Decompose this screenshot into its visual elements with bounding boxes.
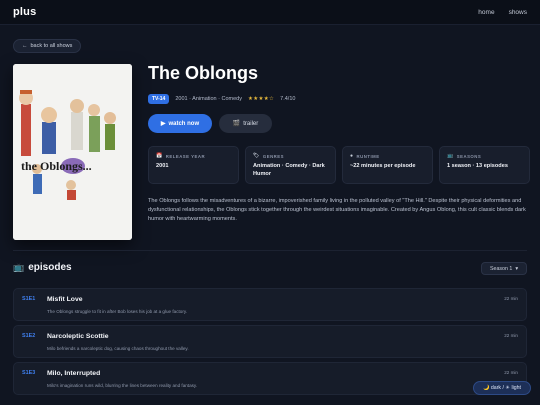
trailer-label: trailer [243, 120, 259, 127]
episode-description: Milo's imagination runs wild, blurring t… [47, 383, 198, 388]
nav-links: home shows [478, 9, 527, 16]
watch-now-button[interactable]: ▶ watch now [148, 114, 212, 133]
app-logo[interactable]: plus [13, 6, 36, 18]
tv-icon: 📺 [13, 262, 25, 272]
episode-code: S1E2 [22, 333, 36, 339]
episode-description: The Oblongs struggle to fit in after Bob… [47, 309, 188, 314]
season-select[interactable]: Season 1 ▾ [481, 262, 527, 275]
info-card-label: GENRES [262, 153, 285, 159]
show-poster: the Oblongs... [13, 64, 132, 240]
arrow-left-icon: ← [22, 43, 28, 49]
back-button-label: back to all shows [30, 43, 73, 49]
content-rating-badge: TV-14 [148, 94, 170, 104]
episode-duration: 22 min [504, 296, 518, 301]
episodes-title: episodes [28, 262, 72, 273]
episodes-heading: 📺 episodes [13, 262, 72, 273]
info-card-value: Animation · Comedy · Dark Humor [253, 163, 325, 177]
watch-now-label: watch now [168, 120, 200, 127]
show-score: 7.4/10 [280, 96, 296, 102]
episode-title: Misfit Love [47, 296, 83, 303]
nav-shows-link[interactable]: shows [509, 9, 527, 16]
show-title: The Oblongs [148, 63, 258, 83]
episode-duration: 22 min [504, 370, 518, 375]
back-button[interactable]: ← back to all shows [13, 39, 82, 53]
clock-icon: ● [350, 153, 354, 159]
theme-dark-label: dark [490, 385, 502, 391]
episode-title: Milo, Interrupted [47, 370, 101, 377]
info-cards: 📅 RELEASE YEAR 2001 🏷 GENRES Animation ·… [148, 146, 530, 184]
show-meta-text: 2001 · Animation · Comedy [175, 96, 242, 102]
season-select-value: Season 1 [489, 265, 513, 272]
episode-description: Milo befriends a narcoleptic dog, causin… [47, 346, 189, 351]
info-card-value: 1 season · 13 episodes [447, 163, 508, 169]
info-card-label: SEASONS [456, 153, 482, 159]
show-description: The Oblongs follows the misadventures of… [148, 198, 526, 222]
info-card-genres: 🏷 GENRES Animation · Comedy · Dark Humor [245, 146, 336, 184]
star-rating-icon: ★★★★☆ [248, 96, 275, 102]
episode-item[interactable]: S1E2 Narcoleptic Scottie Milo befriends … [13, 325, 527, 358]
top-navbar: plus home shows [0, 0, 540, 25]
episode-duration: 22 min [504, 333, 518, 338]
info-card-seasons: 📺 SEASONS 1 season · 13 episodes [439, 146, 530, 184]
clapperboard-icon: 🎬 [232, 121, 241, 127]
trailer-button[interactable]: 🎬 trailer [219, 114, 272, 133]
episode-code: S1E3 [22, 370, 36, 376]
theme-light-label: light [511, 385, 521, 391]
episode-code: S1E1 [22, 296, 36, 302]
section-divider [13, 250, 527, 251]
nav-home-link[interactable]: home [478, 9, 494, 16]
info-card-label: RELEASE YEAR [165, 153, 206, 159]
episode-title: Narcoleptic Scottie [47, 333, 109, 340]
sun-icon: ☀ [505, 385, 510, 391]
tv-icon: 📺 [447, 153, 454, 159]
tag-icon: 🏷 [253, 153, 260, 159]
info-card-label: RUNTIME [356, 153, 380, 159]
chevron-down-icon: ▾ [515, 265, 519, 272]
poster-artwork: the Oblongs... [13, 64, 132, 240]
calendar-icon: 📅 [156, 153, 163, 159]
episode-item[interactable]: S1E3 Milo, Interrupted Milo's imaginatio… [13, 362, 527, 395]
poster-logo-text: the Oblongs... [21, 159, 92, 173]
theme-toggle[interactable]: 🌙 dark / ☀ light [473, 381, 531, 395]
moon-icon: 🌙 [483, 385, 490, 391]
info-card-release-year: 📅 RELEASE YEAR 2001 [148, 146, 239, 184]
show-meta-row: TV-14 2001 · Animation · Comedy ★★★★☆ 7.… [148, 94, 295, 104]
info-card-value: 2001 [156, 163, 169, 169]
info-card-runtime: ● RUNTIME ~22 minutes per episode [342, 146, 433, 184]
info-card-value: ~22 minutes per episode [350, 163, 416, 169]
play-icon: ▶ [160, 121, 166, 127]
episode-item[interactable]: S1E1 Misfit Love The Oblongs struggle to… [13, 288, 527, 321]
